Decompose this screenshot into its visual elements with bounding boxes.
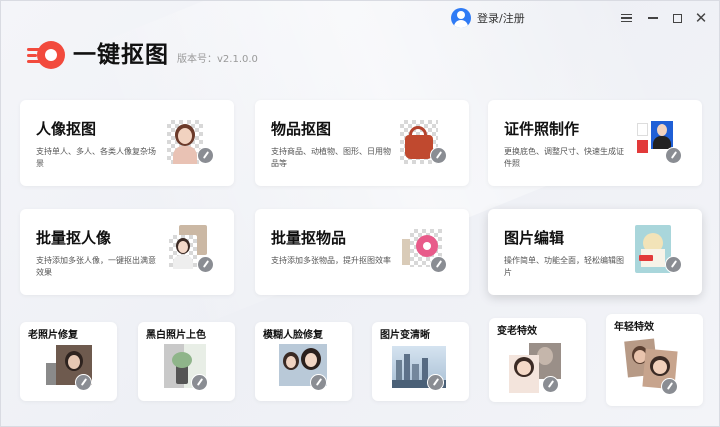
app-logo: 一键抠图 版本号：v2.1.0.0 [27,41,258,69]
tool-face-restore[interactable]: 模糊人脸修复 [255,322,352,401]
tool-title: 图片变清晰 [380,330,430,341]
edit-badge-icon [191,374,208,391]
card-description: 更换底色、调整尺寸、快速生成证件照 [504,147,624,168]
card-description: 支持单人、多人、各类人像复杂场景 [36,147,156,168]
card-description: 支持添加多张物品，提升抠图效率 [271,256,391,265]
edit-badge-icon [661,378,678,395]
edit-badge-icon [197,256,214,273]
tool-old-photo-restore[interactable]: 老照片修复 [20,322,117,401]
tool-colorize[interactable]: 黑白照片上色 [138,322,235,401]
tool-title: 黑白照片上色 [146,330,206,341]
maximize-icon[interactable] [666,7,688,29]
edit-badge-icon [542,376,559,393]
card-object-cutout[interactable]: 物品抠图 支持商品、动植物、图形、日用物品等 [255,100,469,186]
logo-icon [27,41,65,69]
card-title: 图片编辑 [504,229,565,247]
edit-badge-icon [310,374,327,391]
edit-badge-icon [430,256,447,273]
app-name: 一键抠图 [73,42,169,68]
card-title: 批量抠物品 [271,229,347,247]
menu-icon[interactable] [615,7,637,29]
minimize-icon[interactable] [642,7,664,29]
edit-badge-icon [665,147,682,164]
card-description: 支持商品、动植物、图形、日用物品等 [271,147,391,168]
tool-youth-effect[interactable]: 年轻特效 [606,314,703,406]
edit-badge-icon [430,147,447,164]
card-title: 证件照制作 [504,120,580,138]
tool-title: 老照片修复 [28,330,78,341]
card-description: 支持添加多张人像，一键抠出满意效果 [36,256,156,277]
login-label[interactable]: 登录/注册 [477,10,525,26]
tool-aging-effect[interactable]: 变老特效 [489,318,586,402]
title-bar: 登录/注册 ✕ [1,1,719,35]
tool-title: 年轻特效 [614,322,654,333]
card-batch-object[interactable]: 批量抠物品 支持添加多张物品，提升抠图效率 [255,209,469,295]
edit-badge-icon [75,374,92,391]
card-batch-portrait[interactable]: 批量抠人像 支持添加多张人像，一键抠出满意效果 [20,209,234,295]
card-image-edit[interactable]: 图片编辑 操作简单、功能全面，轻松编辑图片 [488,209,702,295]
edit-badge-icon [197,147,214,164]
edit-badge-icon [665,256,682,273]
card-title: 批量抠人像 [36,229,112,247]
card-title: 物品抠图 [271,120,332,138]
edit-badge-icon [427,374,444,391]
card-portrait-cutout[interactable]: 人像抠图 支持单人、多人、各类人像复杂场景 [20,100,234,186]
user-avatar-icon[interactable] [451,8,471,28]
tool-enhance[interactable]: 图片变清晰 [372,322,469,401]
close-icon[interactable]: ✕ [690,7,712,29]
card-description: 操作简单、功能全面，轻松编辑图片 [504,256,624,277]
tool-title: 模糊人脸修复 [263,330,323,341]
login-link[interactable]: 登录/注册 [451,8,525,28]
card-title: 人像抠图 [36,120,97,138]
app-version: 版本号：v2.1.0.0 [177,54,258,65]
app-window: 登录/注册 ✕ 一键抠图 版本号：v2.1.0.0 人像抠图 支持单人、多人、各… [0,0,720,427]
card-id-photo[interactable]: 证件照制作 更换底色、调整尺寸、快速生成证件照 [488,100,702,186]
tool-title: 变老特效 [497,326,537,337]
